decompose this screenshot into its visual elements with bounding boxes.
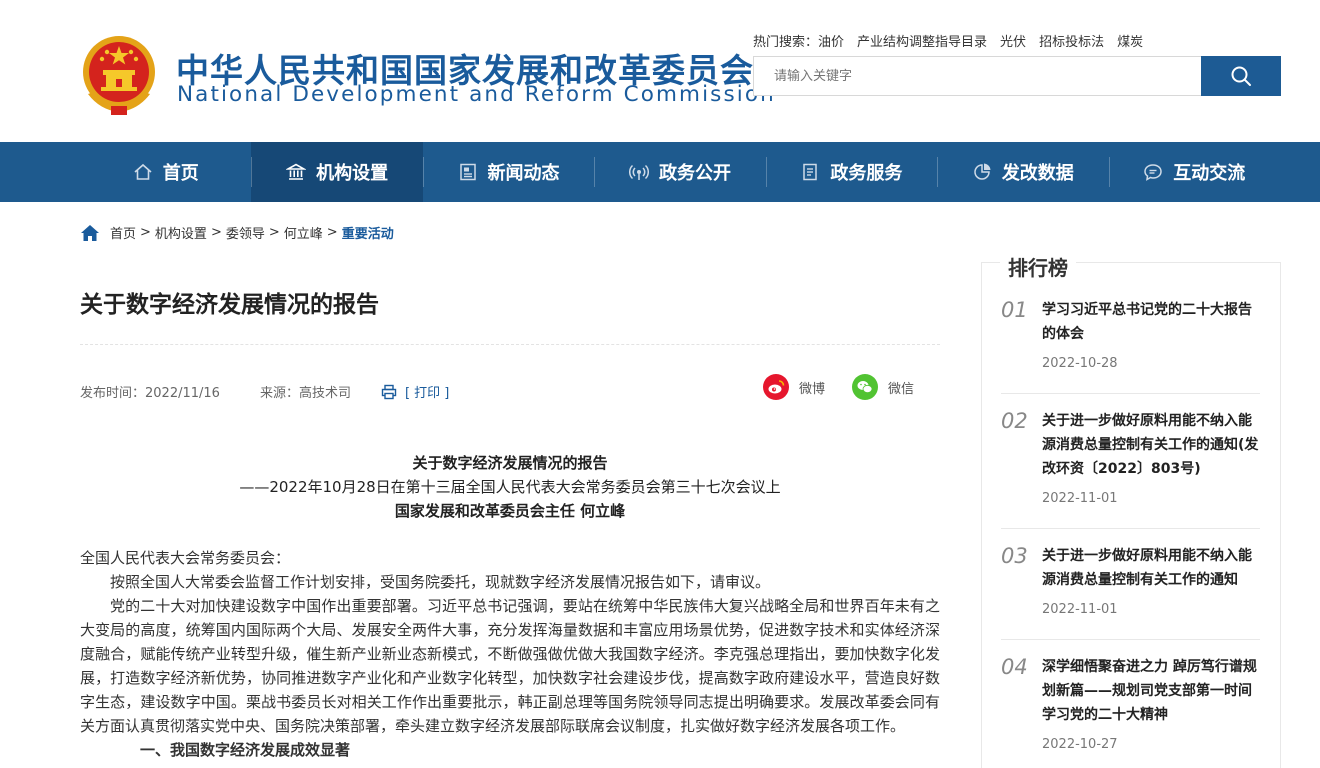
nav-item-label: 政务服务 [830, 163, 903, 184]
ranking-link[interactable]: 深学细悟聚奋进之力 踔厉笃行谱规划新篇——规划司党支部第一时间学习党的二十大精神 [1042, 655, 1260, 727]
hot-search-link[interactable]: 产业结构调整指导目录 [857, 35, 987, 50]
hot-search-link[interactable]: 油价 [818, 35, 844, 50]
weibo-icon [763, 374, 789, 400]
news-icon [459, 163, 476, 181]
salutation: 全国人民代表大会常务委员会： [80, 549, 291, 567]
document-icon [803, 163, 818, 181]
ranking-divider [1001, 639, 1260, 640]
paragraph: 按照全国人大常委会监督工作计划安排，受国务院委托，现就数字经济发展情况报告如下，… [110, 573, 771, 591]
nav-item-institution[interactable]: 机构设置 [251, 142, 423, 202]
national-emblem-icon[interactable] [80, 34, 158, 116]
ranking-date: 2022-11-01 [1042, 602, 1118, 617]
nav-item-label: 发改数据 [1001, 163, 1074, 184]
ranking-link[interactable]: 关于进一步做好原料用能不纳入能源消费总量控制有关工作的通知 [1042, 544, 1260, 592]
document-header: 关于数字经济发展情况的报告 ——2022年10月28日在第十三届全国人民代表大会… [80, 451, 940, 523]
ranking-number: 02 [1001, 409, 1028, 433]
publish-date: 发布时间：2022/11/16 [80, 386, 220, 401]
breadcrumb-link[interactable]: 首页 [110, 223, 136, 242]
chat-icon [1144, 164, 1162, 181]
document-heading: 关于数字经济发展情况的报告 [412, 454, 608, 472]
share-weibo-label: 微博 [799, 381, 826, 397]
hot-search-link[interactable]: 光伏 [1000, 35, 1026, 50]
site-header: 中华人民共和国国家发展和改革委员会 National Development a… [0, 0, 1320, 142]
breadcrumb-separator: > [210, 225, 222, 240]
paragraph: 党的二十大对加快建设数字中国作出重要部署。习近平总书记强调，要站在统筹中华民族伟… [80, 597, 940, 735]
nav-item-home[interactable]: 首页 [80, 142, 251, 202]
ranking-link[interactable]: 学习习近平总书记党的二十大报告的体会 [1042, 298, 1260, 346]
breadcrumb-current[interactable]: 重要活动 [342, 223, 394, 242]
ranking-number: 01 [1001, 298, 1028, 322]
breadcrumb-link[interactable]: 委领导 [226, 223, 265, 242]
broadcast-icon [628, 164, 649, 180]
hot-search-label: 热门搜索： [753, 35, 819, 50]
ranking-number: 03 [1001, 544, 1028, 568]
ranking-divider [1001, 528, 1260, 529]
hot-search-link[interactable]: 招标投标法 [1039, 35, 1104, 50]
breadcrumb-separator: > [268, 225, 280, 240]
site-title-english[interactable]: National Development and Reform Commissi… [177, 82, 776, 107]
breadcrumb-separator: > [326, 225, 338, 240]
search-icon [1231, 66, 1251, 86]
nav-item-interaction[interactable]: 互动交流 [1108, 142, 1280, 202]
ranking-title: 排行榜 [1000, 252, 1076, 281]
nav-item-label: 首页 [162, 163, 199, 184]
document-subheading: ——2022年10月28日在第十三届全国人民代表大会常务委员会第三十七次会议上 [239, 478, 781, 496]
article-body: 全国人民代表大会常务委员会： 按照全国人大常委会监督工作计划安排，受国务院委托，… [80, 546, 940, 762]
ranking-date: 2022-10-28 [1042, 356, 1118, 371]
institution-icon [286, 163, 307, 180]
article-meta: 发布时间：2022/11/16 来源：高技术司 [ 打印 ] [80, 382, 449, 401]
nav-item-government-affairs[interactable]: 政务公开 [594, 142, 765, 202]
pie-chart-icon [974, 163, 991, 180]
hot-search-link[interactable]: 煤炭 [1117, 35, 1143, 50]
title-divider [80, 344, 940, 345]
share-weibo[interactable]: 微博 [763, 374, 825, 400]
nav-item-label: 互动交流 [1173, 163, 1246, 184]
print-button[interactable]: [ 打印 ] [381, 382, 449, 401]
nav-item-label: 新闻动态 [487, 163, 560, 184]
breadcrumb-separator: > [140, 225, 151, 240]
main-nav: 首页 机构设置 新闻动态 政务公开 政务服务 发改数据 互动交流 [0, 142, 1320, 202]
search-button[interactable] [1201, 56, 1281, 96]
search-input[interactable] [753, 56, 1201, 96]
ranking-divider [1001, 393, 1260, 394]
home-icon [134, 163, 152, 180]
printer-icon [381, 384, 397, 399]
share-wechat-label: 微信 [888, 381, 915, 397]
breadcrumb-link[interactable]: 何立峰 [284, 223, 323, 242]
document-speaker: 国家发展和改革委员会主任 何立峰 [394, 502, 626, 520]
ranking-date: 2022-10-27 [1042, 737, 1118, 752]
nav-item-label: 政务公开 [658, 163, 731, 184]
nav-item-label: 机构设置 [316, 163, 389, 184]
ranking-number: 04 [1001, 655, 1028, 679]
ranking-date: 2022-11-01 [1042, 491, 1118, 506]
nav-item-services[interactable]: 政务服务 [765, 142, 937, 202]
share-wechat[interactable]: 微信 [852, 374, 914, 400]
home-icon [81, 224, 99, 241]
breadcrumb: 首页 > 机构设置 > 委领导 > 何立峰 > 重要活动 [80, 223, 394, 242]
ranking-link[interactable]: 关于进一步做好原料用能不纳入能源消费总量控制有关工作的通知(发改环资〔2022〕… [1042, 409, 1260, 481]
article-title: 关于数字经济发展情况的报告 [80, 292, 379, 318]
breadcrumb-link[interactable]: 机构设置 [155, 223, 207, 242]
wechat-icon [852, 374, 878, 400]
print-label: [ 打印 ] [404, 386, 450, 401]
nav-item-news[interactable]: 新闻动态 [422, 142, 594, 202]
nav-item-data[interactable]: 发改数据 [937, 142, 1108, 202]
hot-search: 热门搜索：油价 产业结构调整指导目录 光伏 招标投标法 煤炭 [753, 31, 1156, 50]
section-heading: 一、我国数字经济发展成效显著 [140, 741, 351, 759]
article-source: 来源：高技术司 [259, 386, 351, 401]
